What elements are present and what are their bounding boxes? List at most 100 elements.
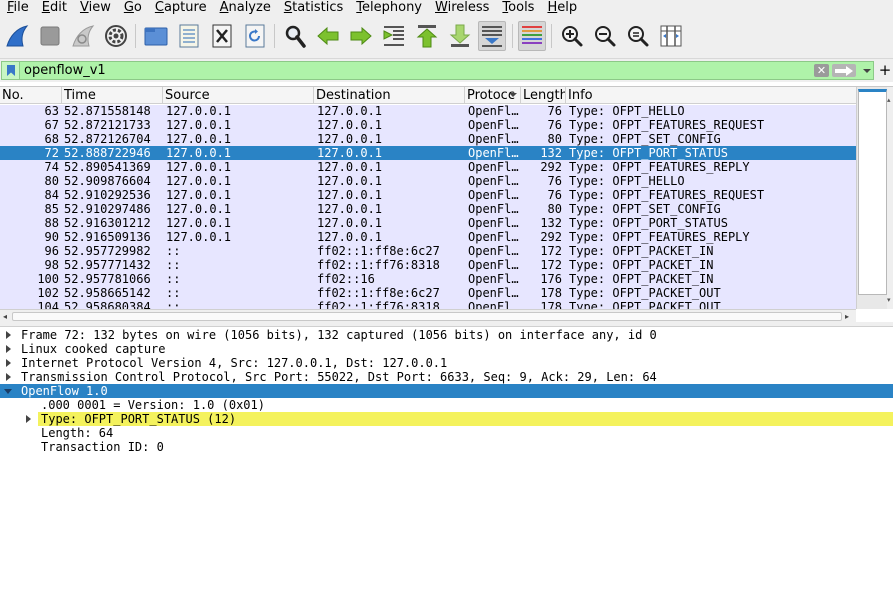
shark-fin-start-icon[interactable] [3,21,31,51]
menu-file[interactable]: File [0,0,35,15]
autoscroll-icon[interactable] [478,21,506,51]
column-header-source[interactable]: Source [163,87,314,104]
tree-item-label: Internet Protocol Version 4, Src: 127.0.… [21,356,448,370]
close-file-icon[interactable] [208,21,236,51]
tree-expanded-arrow-icon[interactable] [3,384,13,398]
tree-item[interactable]: Internet Protocol Version 4, Src: 127.0.… [0,356,893,370]
reload-icon[interactable] [241,21,269,51]
packet-number: 68 [44,132,59,146]
first-packet-icon[interactable] [413,21,441,51]
tree-collapsed-arrow-icon[interactable] [3,342,13,356]
packet-protocol: OpenFl… [468,300,519,309]
capture-options-gear-icon[interactable] [102,21,130,51]
column-header-no[interactable]: No. [0,87,62,104]
toolbar-separator [512,24,513,48]
packet-number: 74 [44,160,59,174]
packet-number: 80 [44,174,59,188]
menu-tools[interactable]: Tools [495,0,540,15]
tree-item[interactable]: Transaction ID: 0 [0,440,893,454]
scroll-right-arrow-icon[interactable]: ▸ [845,311,849,322]
packet-list-scroll-thumb[interactable] [858,89,887,295]
scroll-up-arrow-icon[interactable]: ▴ [887,97,893,104]
menu-edit[interactable]: Edit [35,0,73,15]
packet-row[interactable]: 88 52.916301212 127.0.0.1 127.0.0.1 OpenFl… 1… [0,216,856,230]
menu-wireless[interactable]: Wireless [428,0,495,15]
column-header-length[interactable]: Length [521,87,566,104]
packet-list-horizontal-scrollbar[interactable]: ◂ ▸ [0,309,856,323]
tree-item[interactable]: Length: 64 [0,426,893,440]
menu-capture[interactable]: Capture [148,0,213,15]
filter-history-dropdown-icon[interactable] [861,65,873,77]
scroll-left-arrow-icon[interactable]: ◂ [3,311,7,322]
packet-number: 100 [37,272,59,286]
packet-row[interactable]: 63 52.871558148 127.0.0.1 127.0.0.1 OpenFl… 7… [0,105,856,118]
packet-source: 127.0.0.1 [166,202,232,216]
find-magnifier-icon[interactable] [281,21,309,51]
packet-row[interactable]: 85 52.910297486 127.0.0.1 127.0.0.1 OpenFl… 8… [0,202,856,216]
packet-length: 80 [547,132,562,146]
column-header-time[interactable]: Time [62,87,163,104]
stop-square-icon[interactable] [36,21,64,51]
save-file-icon[interactable] [175,21,203,51]
restart-fin-icon[interactable] [69,21,97,51]
apply-filter-icon[interactable] [832,64,856,77]
menu-go[interactable]: Go [117,0,148,15]
filter-bookmark-icon[interactable] [2,62,20,79]
add-filter-button[interactable]: + [878,61,892,79]
tree-item[interactable]: Frame 72: 132 bytes on wire (1056 bits),… [0,328,893,342]
packet-protocol: OpenFl… [468,258,519,272]
tree-collapsed-arrow-icon[interactable] [3,356,13,370]
resize-columns-icon[interactable] [657,21,685,51]
tree-collapsed-arrow-icon[interactable] [3,328,13,342]
tree-collapsed-arrow-icon[interactable] [23,412,33,426]
packet-row[interactable]: 67 52.872121733 127.0.0.1 127.0.0.1 OpenFl… 7… [0,118,856,132]
last-packet-icon[interactable] [446,21,474,51]
packet-list-vertical-scrollbar[interactable]: ▴ ▾ [856,87,893,309]
packet-number: 67 [44,118,59,132]
zoom-normal-icon[interactable] [624,21,652,51]
packet-row[interactable]: 74 52.890541369 127.0.0.1 127.0.0.1 OpenFl… 2… [0,160,856,174]
packet-minimap-track[interactable] [856,87,887,309]
go-to-packet-icon[interactable] [380,21,408,51]
tree-item[interactable]: Type: OFPT_PORT_STATUS (12) [0,412,893,426]
packet-row[interactable]: 100 52.957781066:: ff02::16 OpenFl… 176 Type:… [0,272,856,286]
zoom-in-icon[interactable] [558,21,586,51]
column-header-protocol[interactable]: Protocc [465,87,521,104]
menu-telephony[interactable]: Telephony [349,0,428,15]
open-folder-icon[interactable] [142,21,170,51]
horizontal-scroll-thumb[interactable] [12,312,842,321]
packet-row[interactable]: 90 52.916509136 127.0.0.1 127.0.0.1 OpenFl… 2… [0,230,856,244]
go-back-arrow-icon[interactable] [314,21,342,51]
column-header-destination[interactable]: Destination [314,87,465,104]
packet-destination: 127.0.0.1 [317,118,383,132]
menu-view[interactable]: View [73,0,117,15]
tree-item-selected[interactable]: OpenFlow 1.0 [0,384,893,398]
column-header-info[interactable]: Info [566,87,856,104]
tree-item[interactable]: .000 0001 = Version: 1.0 (0x01) [0,398,893,412]
packet-source: 127.0.0.1 [166,216,232,230]
menu-statistics[interactable]: Statistics [277,0,349,15]
tree-collapsed-arrow-icon[interactable] [3,370,13,384]
menu-help[interactable]: Help [540,0,583,15]
colorize-icon[interactable] [518,21,546,51]
packet-row[interactable]: 96 52.957729982:: ff02::1:ff8e:6c27 OpenFl…… [0,244,856,258]
display-filter-input[interactable] [24,63,810,78]
packet-protocol: OpenFl… [468,244,519,258]
packet-row[interactable]: 68 52.872126704 127.0.0.1 127.0.0.1 OpenFl… 8… [0,132,856,146]
scroll-down-arrow-icon[interactable]: ▾ [887,297,893,304]
packet-row[interactable]: 80 52.909876604 127.0.0.1 127.0.0.1 OpenFl… 7… [0,174,856,188]
zoom-out-icon[interactable] [591,21,619,51]
packet-row[interactable]: 84 52.910292536 127.0.0.1 127.0.0.1 OpenFl… 7… [0,188,856,202]
clear-filter-icon[interactable]: ✕ [814,64,829,77]
tree-item[interactable]: Linux cooked capture [0,342,893,356]
packet-source: 127.0.0.1 [166,160,232,174]
packet-destination: 127.0.0.1 [317,202,383,216]
packet-row[interactable]: 102 52.958665142:: ff02::1:ff8e:6c27 OpenFl… [0,286,856,300]
packet-row-selected[interactable]: 72 52.888722946 127.0.0.1 127.0.0.1 OpenFl… 1… [0,146,856,160]
tree-item-label: OpenFlow 1.0 [21,384,108,398]
packet-row[interactable]: 98 52.957771432:: ff02::1:ff76:8318 OpenFl…… [0,258,856,272]
tree-item[interactable]: Transmission Control Protocol, Src Port:… [0,370,893,384]
menu-analyze[interactable]: Analyze [213,0,277,15]
go-forward-arrow-icon[interactable] [347,21,375,51]
packet-row[interactable]: 104 52.958680384:: ff02::1:ff76:8318 OpenFl… [0,300,856,309]
